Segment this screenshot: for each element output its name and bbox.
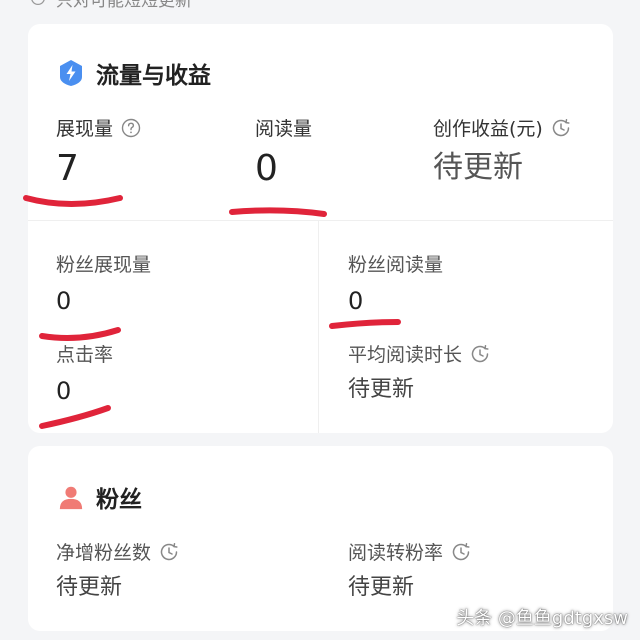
page: 只对可能短短更新 流量与收益 展现量 7 阅读量 0 创作收益(元) 待更新 粉… (0, 0, 640, 640)
clock-icon (160, 542, 178, 560)
reads-metric[interactable]: 阅读量 0 (255, 114, 312, 187)
earnings-label: 创作收益(元) (433, 118, 543, 140)
watermark: 头条 @鱼鱼gdtgxsw (456, 608, 628, 629)
question-circle-icon[interactable] (121, 118, 141, 138)
impressions-value: 7 (56, 148, 79, 189)
avg-read-time-label: 平均阅读时长 (348, 344, 463, 366)
net-fans-metric[interactable]: 净增粉丝数 待更新 (56, 538, 179, 599)
fan-impressions-metric[interactable]: 粉丝展现量 0 (56, 250, 151, 313)
fan-impressions-value: 0 (56, 287, 72, 315)
clock-icon (471, 344, 489, 362)
net-fans-value: 待更新 (56, 575, 123, 600)
ctr-value: 0 (56, 377, 72, 405)
clock-icon (31, 0, 45, 6)
blue-shield-lightning-icon (58, 59, 84, 87)
read-to-fan-value: 待更新 (348, 575, 415, 600)
ctr-metric[interactable]: 点击率 0 (56, 340, 113, 403)
net-fans-label: 净增粉丝数 (56, 542, 152, 564)
traffic-card-header: 流量与收益 (58, 56, 211, 90)
fan-reads-label: 粉丝阅读量 (348, 254, 444, 276)
fan-impressions-label: 粉丝展现量 (56, 254, 152, 276)
person-icon (58, 483, 84, 511)
impressions-label: 展现量 (56, 118, 114, 140)
impressions-metric[interactable]: 展现量 7 (56, 114, 141, 187)
top-cut-line: 只对可能短短更新 (30, 0, 192, 11)
fan-reads-metric[interactable]: 粉丝阅读量 0 (348, 250, 443, 313)
read-to-fan-metric[interactable]: 阅读转粉率 待更新 (348, 538, 471, 599)
ctr-label: 点击率 (56, 344, 114, 366)
avg-read-time-metric[interactable]: 平均阅读时长 待更新 (348, 340, 490, 401)
column-divider (318, 220, 319, 433)
fan-reads-value: 0 (348, 287, 364, 315)
earnings-value: 待更新 (433, 150, 523, 185)
top-cut-text: 只对可能短短更新 (56, 0, 192, 11)
read-to-fan-label: 阅读转粉率 (348, 542, 444, 564)
fans-card-header: 粉丝 (58, 480, 142, 514)
traffic-card-title: 流量与收益 (96, 63, 211, 89)
traffic-earnings-card: 流量与收益 展现量 7 阅读量 0 创作收益(元) 待更新 粉丝展现量 0 点击… (28, 24, 613, 433)
reads-value: 0 (255, 148, 278, 189)
fans-card-title: 粉丝 (96, 487, 142, 513)
reads-label: 阅读量 (255, 118, 313, 140)
avg-read-time-value: 待更新 (348, 377, 415, 402)
clock-icon (452, 542, 470, 560)
earnings-metric[interactable]: 创作收益(元) 待更新 (433, 114, 571, 183)
row-divider (28, 220, 613, 221)
clock-icon (552, 118, 570, 136)
